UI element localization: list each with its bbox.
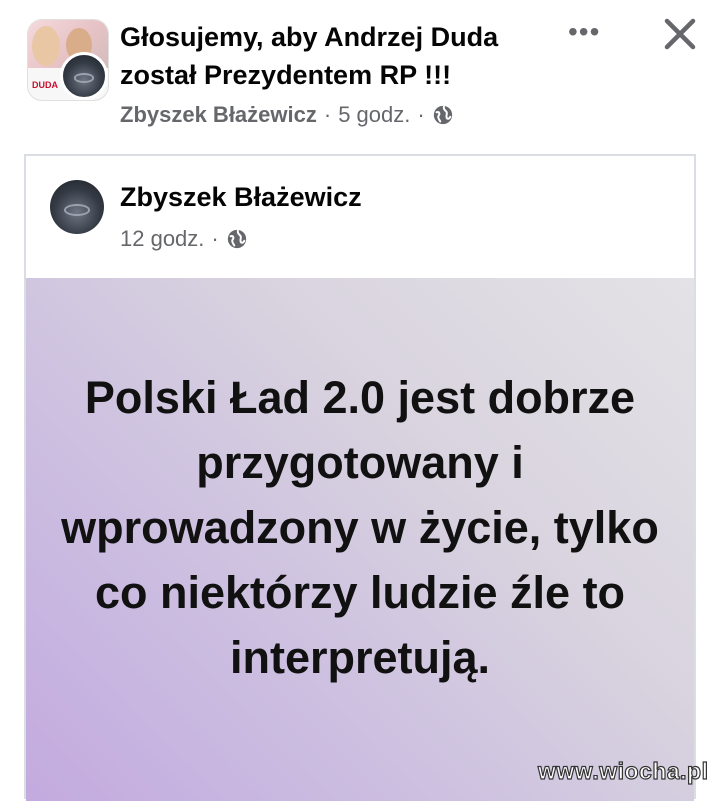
shared-post-meta: 12 godz. · [120,226,248,252]
poster-name[interactable]: Zbyszek Błażewicz [120,182,362,213]
shared-post-card[interactable]: Zbyszek Błażewicz 12 godz. · Polski Ład … [24,154,696,801]
meta-separator: · [211,226,219,251]
avatar-face-left [32,26,60,66]
poster-avatar[interactable] [50,180,104,234]
meta-separator: · [323,102,332,127]
group-post-meta: Zbyszek Błażewicz · 5 godz. · [120,102,454,128]
avatar-tag: DUDA [32,80,58,90]
shared-post-time[interactable]: 12 godz. [120,226,204,252]
group-title[interactable]: Głosujemy, aby Andrzej Duda został Prezy… [120,18,560,94]
group-post-header: DUDA Głosujemy, aby Andrzej Duda został … [0,0,720,150]
more-horizontal-icon[interactable]: ••• [568,18,600,46]
post-text-image[interactable]: Polski Ład 2.0 jest dobrze przygotowany … [26,278,694,801]
close-icon[interactable] [660,14,700,54]
globe-icon [433,105,452,125]
watermark: www.wiocha.pl [537,757,709,784]
author-mini-avatar[interactable] [60,52,108,100]
author-name-link[interactable]: Zbyszek Błażewicz [120,102,317,128]
post-time[interactable]: 5 godz. [338,102,410,128]
meta-separator: · [417,102,425,127]
post-text: Polski Ład 2.0 jest dobrze przygotowany … [61,372,659,683]
globe-icon [227,229,246,249]
